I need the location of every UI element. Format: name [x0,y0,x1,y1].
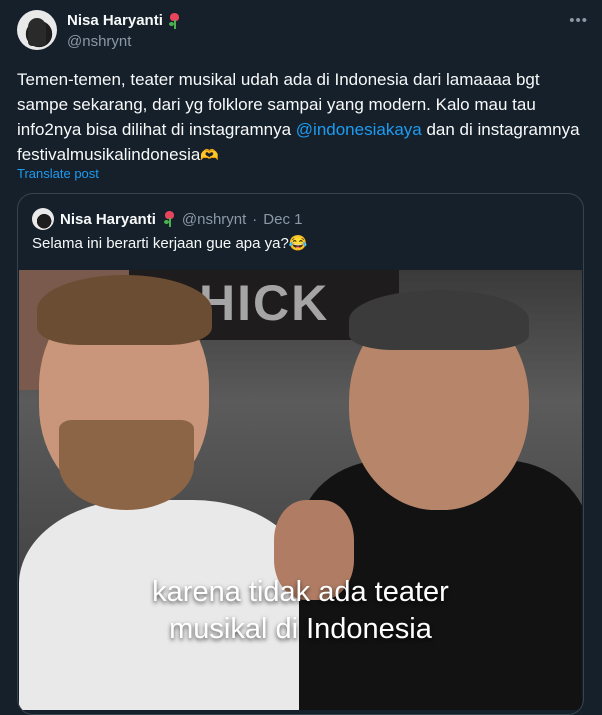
quote-separator: · [252,210,258,228]
post: Nisa Haryanti @nshrynt ••• Temen-temen, … [0,0,602,715]
quote-display-name: Nisa Haryanti [60,210,156,228]
quote-post[interactable]: Nisa Haryanti @nshrynt · Dec 1 Selama in… [17,193,584,715]
mention-link[interactable]: @indonesiakaya [296,120,422,139]
quote-handle: @nshrynt [181,210,247,228]
caption-line-1: karena tidak ada teater [152,576,449,608]
post-text: Temen-temen, teater musikal udah ada di … [17,67,587,168]
quote-avatar [32,208,54,230]
heart-hands-icon: 🫶 [200,147,220,164]
quote-author-row: Nisa Haryanti @nshrynt · Dec 1 [32,208,302,230]
display-name[interactable]: Nisa Haryanti [67,12,163,29]
quote-text-body: Selama ini berarti kerjaan gue apa ya? [32,235,289,252]
handle[interactable]: @nshrynt [67,33,131,50]
more-horizontal-icon[interactable]: ••• [569,12,588,29]
person-right-hair [349,290,529,350]
rose-icon [162,211,176,227]
author-row: Nisa Haryanti [67,12,181,29]
caption-line-2: musikal di Indonesia [169,613,432,645]
laughing-face-icon: 😂 [288,235,308,252]
avatar[interactable] [17,10,57,50]
person-left-hair [37,275,212,345]
rose-icon [167,12,181,29]
translate-post-link[interactable]: Translate post [17,166,99,181]
quote-media[interactable]: HICK karena tidak ada teater musikal di … [19,270,582,710]
background-sign-letters: HICK [199,275,330,331]
quote-text: Selama ini berarti kerjaan gue apa ya?😂 [32,234,308,252]
quote-date: Dec 1 [263,210,303,228]
person-left-beard [59,420,194,510]
video-caption: karena tidak ada teater musikal di Indon… [19,574,582,648]
